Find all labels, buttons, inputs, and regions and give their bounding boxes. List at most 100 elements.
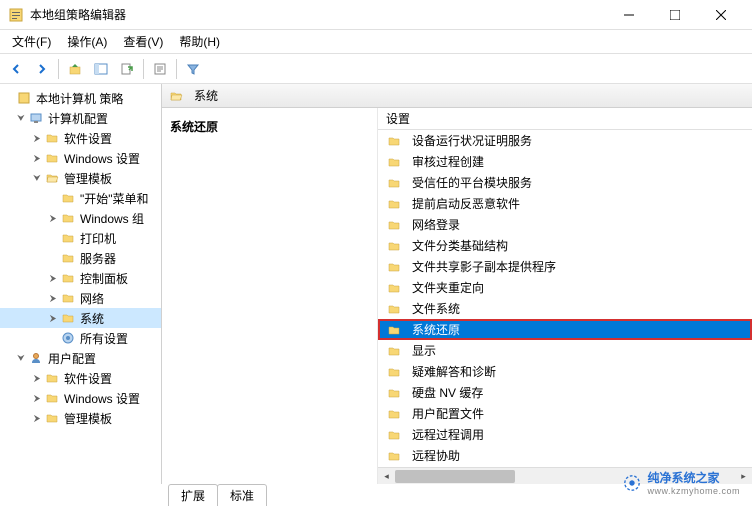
list-item[interactable]: 远程协助	[378, 445, 752, 466]
tree-root[interactable]: 本地计算机 策略	[0, 88, 161, 108]
tree-label: Windows 设置	[64, 150, 140, 167]
menu-view[interactable]: 查看(V)	[115, 30, 171, 53]
tree-control-panel[interactable]: ⮞ 控制面板	[0, 268, 161, 288]
tree-label: 软件设置	[64, 370, 112, 387]
content-header-label: 系统	[194, 87, 218, 104]
tab-standard[interactable]: 标准	[217, 484, 267, 506]
expand-icon[interactable]: ⮞	[30, 131, 44, 145]
folder-icon	[60, 290, 76, 306]
list-item[interactable]: 远程过程调用	[378, 424, 752, 445]
app-icon	[8, 7, 24, 23]
minimize-button[interactable]	[606, 0, 652, 30]
tree-label: 系统	[80, 310, 104, 327]
tree-user-config[interactable]: ⮟ 用户配置	[0, 348, 161, 368]
filter-button[interactable]	[181, 57, 205, 81]
list-item[interactable]: 文件共享影子副本提供程序	[378, 256, 752, 277]
forward-button[interactable]	[30, 57, 54, 81]
collapse-icon[interactable]: ⮟	[14, 111, 28, 125]
toolbar	[0, 54, 752, 84]
menu-help[interactable]: 帮助(H)	[171, 30, 228, 53]
folder-icon	[386, 154, 402, 170]
tree-user-windows[interactable]: ⮞ Windows 设置	[0, 388, 161, 408]
tree-admin-templates[interactable]: ⮟ 管理模板	[0, 168, 161, 188]
menubar: 文件(F) 操作(A) 查看(V) 帮助(H)	[0, 30, 752, 54]
back-button[interactable]	[4, 57, 28, 81]
expand-icon[interactable]: ⮞	[46, 311, 60, 325]
folder-icon	[386, 385, 402, 401]
list-item[interactable]: 提前启动反恶意软件	[378, 193, 752, 214]
expand-icon[interactable]: ⮞	[46, 211, 60, 225]
content-description: 系统还原	[162, 108, 378, 484]
up-button[interactable]	[63, 57, 87, 81]
folder-icon	[60, 190, 76, 206]
tree-label: 管理模板	[64, 170, 112, 187]
menu-action[interactable]: 操作(A)	[59, 30, 115, 53]
list-item[interactable]: 文件系统	[378, 298, 752, 319]
settings-list[interactable]: 设备运行状况证明服务审核过程创建受信任的平台模块服务提前启动反恶意软件网络登录文…	[378, 130, 752, 467]
list-item[interactable]: 用户配置文件	[378, 403, 752, 424]
list-item[interactable]: 硬盘 NV 缓存	[378, 382, 752, 403]
scroll-thumb[interactable]	[395, 470, 515, 483]
list-item[interactable]: 系统还原	[378, 319, 752, 340]
list-item-label: 远程协助	[412, 447, 460, 464]
tree-software-settings[interactable]: ⮞ 软件设置	[0, 128, 161, 148]
properties-button[interactable]	[148, 57, 172, 81]
folder-icon	[386, 280, 402, 296]
scroll-left-arrow[interactable]: ◂	[378, 468, 395, 484]
scroll-right-arrow[interactable]: ▸	[735, 468, 752, 484]
list-item-label: 硬盘 NV 缓存	[412, 384, 483, 401]
tree-windows-settings[interactable]: ⮞ Windows 设置	[0, 148, 161, 168]
tree-computer-config[interactable]: ⮟ 计算机配置	[0, 108, 161, 128]
folder-icon	[44, 150, 60, 166]
expand-icon[interactable]: ⮞	[30, 151, 44, 165]
expand-icon[interactable]: ⮞	[46, 271, 60, 285]
expand-icon[interactable]: ⮞	[30, 371, 44, 385]
list-item-label: 文件夹重定向	[412, 279, 484, 296]
maximize-button[interactable]	[652, 0, 698, 30]
menu-file[interactable]: 文件(F)	[4, 30, 59, 53]
list-item-label: 文件共享影子副本提供程序	[412, 258, 556, 275]
list-item[interactable]: 显示	[378, 340, 752, 361]
tree-system[interactable]: ⮞ 系统	[0, 308, 161, 328]
tree-label: 打印机	[80, 230, 116, 247]
list-item[interactable]: 受信任的平台模块服务	[378, 172, 752, 193]
tab-extended[interactable]: 扩展	[168, 484, 218, 506]
collapse-icon[interactable]: ⮟	[14, 351, 28, 365]
content-panel: 系统 系统还原 设置 设备运行状况证明服务审核过程创建受信任的平台模块服务提前启…	[162, 84, 752, 484]
tree-server[interactable]: 服务器	[0, 248, 161, 268]
list-item[interactable]: 文件夹重定向	[378, 277, 752, 298]
list-item-label: 显示	[412, 342, 436, 359]
horizontal-scrollbar[interactable]: ◂ ▸	[378, 467, 752, 484]
tree-label: 服务器	[80, 250, 116, 267]
folder-open-icon	[168, 88, 184, 104]
folder-icon	[386, 238, 402, 254]
folder-icon	[386, 406, 402, 422]
list-item-label: 提前启动反恶意软件	[412, 195, 520, 212]
expand-icon[interactable]: ⮞	[30, 411, 44, 425]
folder-icon	[44, 370, 60, 386]
tree-user-admin[interactable]: ⮞ 管理模板	[0, 408, 161, 428]
expand-icon[interactable]: ⮞	[46, 291, 60, 305]
folder-icon	[386, 175, 402, 191]
list-item[interactable]: 疑难解答和诊断	[378, 361, 752, 382]
list-item-label: 设备运行状况证明服务	[412, 132, 532, 149]
tree-label: 控制面板	[80, 270, 128, 287]
folder-icon	[60, 310, 76, 326]
collapse-icon[interactable]: ⮟	[30, 171, 44, 185]
tree-all-settings[interactable]: 所有设置	[0, 328, 161, 348]
column-header-settings[interactable]: 设置	[378, 108, 752, 130]
export-button[interactable]	[115, 57, 139, 81]
list-item[interactable]: 审核过程创建	[378, 151, 752, 172]
tree-printer[interactable]: 打印机	[0, 228, 161, 248]
close-button[interactable]	[698, 0, 744, 30]
tree-windows-comp[interactable]: ⮞ Windows 组	[0, 208, 161, 228]
expand-icon[interactable]: ⮞	[30, 391, 44, 405]
show-hide-tree-button[interactable]	[89, 57, 113, 81]
tree-start-menu[interactable]: "开始"菜单和	[0, 188, 161, 208]
list-item[interactable]: 文件分类基础结构	[378, 235, 752, 256]
tree-user-software[interactable]: ⮞ 软件设置	[0, 368, 161, 388]
list-item[interactable]: 设备运行状况证明服务	[378, 130, 752, 151]
tree-panel[interactable]: 本地计算机 策略 ⮟ 计算机配置 ⮞ 软件设置 ⮞ Windows 设置 ⮟ 管…	[0, 84, 162, 484]
tree-network[interactable]: ⮞ 网络	[0, 288, 161, 308]
list-item[interactable]: 网络登录	[378, 214, 752, 235]
